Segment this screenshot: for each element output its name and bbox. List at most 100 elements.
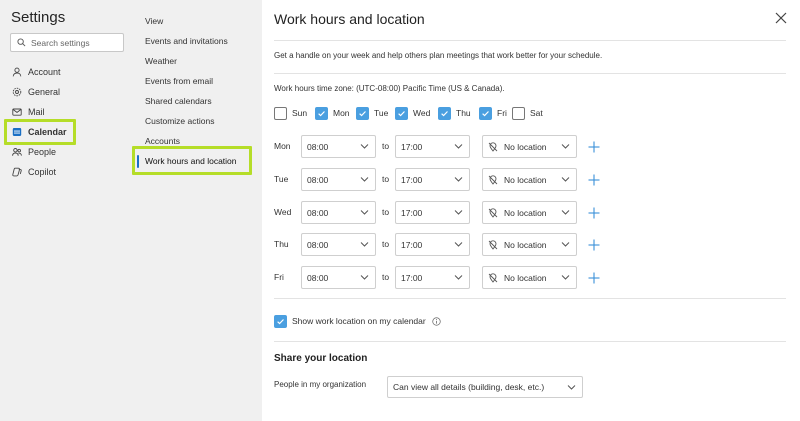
day-checkbox-wed[interactable]: Wed xyxy=(395,106,430,120)
end-time-dropdown[interactable]: 17:00 xyxy=(395,233,470,256)
day-label: Mon xyxy=(333,108,350,118)
location-value: No location xyxy=(504,272,547,283)
location-value: No location xyxy=(504,141,547,152)
location-dropdown[interactable]: No location xyxy=(482,168,577,191)
start-time-value: 08:00 xyxy=(307,207,329,218)
checkbox-checked[interactable] xyxy=(315,106,328,120)
chevron-down-icon xyxy=(360,242,369,247)
calendar-icon xyxy=(12,128,22,136)
nav-item-account[interactable]: Account xyxy=(12,64,61,80)
subnav-item-view[interactable]: View xyxy=(145,14,163,28)
location-dropdown[interactable]: No location xyxy=(482,233,577,256)
nav-item-label: People xyxy=(28,147,57,157)
end-time-dropdown[interactable]: 17:00 xyxy=(395,135,470,158)
subnav-item-accounts[interactable]: Accounts xyxy=(145,134,180,148)
row-day-label: Wed xyxy=(274,207,292,217)
start-time-value: 08:00 xyxy=(307,239,329,250)
chevron-down-icon xyxy=(561,177,570,182)
nav-item-calendar[interactable]: Calendar xyxy=(12,124,67,140)
nav-item-label: Calendar xyxy=(28,127,67,137)
nav-item-general[interactable]: General xyxy=(12,84,60,100)
start-time-dropdown[interactable]: 08:00 xyxy=(301,135,376,158)
end-time-dropdown[interactable]: 17:00 xyxy=(395,168,470,191)
add-icon[interactable] xyxy=(588,239,600,251)
add-icon[interactable] xyxy=(588,174,600,186)
subnav-item-customize-actions[interactable]: Customize actions xyxy=(145,114,214,128)
end-time-value: 17:00 xyxy=(401,174,423,185)
add-icon[interactable] xyxy=(588,207,600,219)
row-day-label: Tue xyxy=(274,174,289,184)
location-value: No location xyxy=(504,207,547,218)
subnav-item-events-from-email[interactable]: Events from email xyxy=(145,74,213,88)
chevron-down-icon xyxy=(561,210,570,215)
to-label: to xyxy=(382,141,390,151)
no-location-icon xyxy=(488,174,498,185)
to-label: to xyxy=(382,272,390,282)
start-time-dropdown[interactable]: 08:00 xyxy=(301,233,376,256)
location-dropdown[interactable]: No location xyxy=(482,266,577,289)
end-time-dropdown[interactable]: 17:00 xyxy=(395,201,470,224)
chevron-down-icon xyxy=(567,385,576,390)
start-time-dropdown[interactable]: 08:00 xyxy=(301,201,376,224)
end-time-dropdown[interactable]: 17:00 xyxy=(395,266,470,289)
checkbox-checked[interactable] xyxy=(274,314,287,328)
info-icon[interactable] xyxy=(432,316,441,326)
day-checkbox-sat[interactable]: Sat xyxy=(512,106,543,120)
people-icon xyxy=(12,148,22,156)
add-icon[interactable] xyxy=(588,141,600,153)
day-label: Sat xyxy=(530,108,543,118)
subnav-item-events-and-invitations[interactable]: Events and invitations xyxy=(145,34,228,48)
nav-item-label: Account xyxy=(28,67,61,77)
share-location-value: Can view all details (building, desk, et… xyxy=(393,382,545,392)
chevron-down-icon xyxy=(561,144,570,149)
show-work-location-checkbox[interactable]: Show work location on my calendar xyxy=(274,314,441,328)
settings-title: Settings xyxy=(11,9,66,26)
location-value: No location xyxy=(504,174,547,185)
calendar-sub-nav: View Events and invitations Weather Even… xyxy=(132,0,262,421)
close-icon[interactable] xyxy=(774,11,788,25)
location-dropdown[interactable]: No location xyxy=(482,135,577,158)
subnav-item-shared-calendars[interactable]: Shared calendars xyxy=(145,94,212,108)
location-dropdown[interactable]: No location xyxy=(482,201,577,224)
divider xyxy=(274,341,786,342)
page-title: Work hours and location xyxy=(274,11,425,27)
checkmark-icon xyxy=(277,318,284,324)
share-location-dropdown[interactable]: Can view all details (building, desk, et… xyxy=(387,376,583,398)
to-label: to xyxy=(382,174,390,184)
subnav-item-work-hours-and-location[interactable]: Work hours and location xyxy=(145,154,237,168)
checkbox[interactable] xyxy=(274,106,287,120)
checkmark-icon xyxy=(441,110,448,116)
checkbox-checked[interactable] xyxy=(479,106,492,120)
nav-item-copilot[interactable]: Copilot xyxy=(12,164,56,180)
chevron-down-icon xyxy=(454,210,463,215)
nav-item-mail[interactable]: Mail xyxy=(12,104,45,120)
checkmark-icon xyxy=(318,110,325,116)
search-input[interactable] xyxy=(31,37,121,48)
nav-item-label: Mail xyxy=(28,107,45,117)
subnav-item-weather[interactable]: Weather xyxy=(145,54,177,68)
day-label: Sun xyxy=(292,108,308,118)
end-time-value: 17:00 xyxy=(401,207,423,218)
checkbox[interactable] xyxy=(512,106,525,120)
start-time-value: 08:00 xyxy=(307,272,329,283)
day-checkbox-thu[interactable]: Thu xyxy=(438,106,471,120)
add-icon[interactable] xyxy=(588,272,600,284)
to-label: to xyxy=(382,207,390,217)
chevron-down-icon xyxy=(561,275,570,280)
checkbox-checked[interactable] xyxy=(438,106,451,120)
day-label: Thu xyxy=(456,108,471,118)
search-settings-box[interactable] xyxy=(10,33,124,52)
start-time-dropdown[interactable]: 08:00 xyxy=(301,168,376,191)
day-checkbox-mon[interactable]: Mon xyxy=(315,106,350,120)
start-time-dropdown[interactable]: 08:00 xyxy=(301,266,376,289)
divider xyxy=(274,298,786,299)
checkbox-checked[interactable] xyxy=(395,106,408,120)
day-checkbox-fri[interactable]: Fri xyxy=(479,106,507,120)
nav-item-people[interactable]: People xyxy=(12,144,56,160)
checkbox-checked[interactable] xyxy=(356,106,369,120)
people-in-org-label: People in my organization xyxy=(274,380,367,389)
day-checkbox-tue[interactable]: Tue xyxy=(356,106,388,120)
chevron-down-icon xyxy=(360,177,369,182)
active-indicator xyxy=(137,155,139,168)
day-checkbox-sun[interactable]: Sun xyxy=(274,106,307,120)
